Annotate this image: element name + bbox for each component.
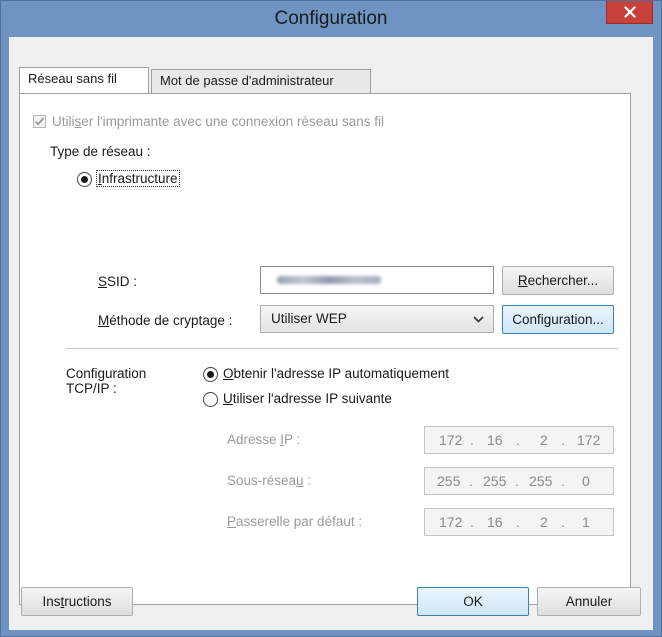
- tab-label: Mot de passe d'administrateur: [160, 73, 334, 88]
- instructions-button[interactable]: Instructions: [21, 587, 133, 616]
- default-gateway-field[interactable]: 172. 16. 2. 1: [424, 508, 614, 536]
- use-wireless-label: Utiliser l'imprimante avec une connexion…: [52, 114, 384, 129]
- subnet-mask-field[interactable]: 255. 255. 255. 0: [424, 467, 614, 495]
- manual-ip-label: Utiliser l'adresse IP suivante: [223, 391, 392, 406]
- dialog-client-area: Réseau sans fil Mot de passe d'administr…: [9, 37, 653, 630]
- tab-label: Réseau sans fil: [28, 71, 117, 86]
- tcpip-config-label: Configuration TCP/IP :: [66, 366, 147, 396]
- section-divider: [66, 348, 618, 349]
- encryption-method-select[interactable]: Utiliser WEP: [260, 305, 494, 333]
- infrastructure-label: Infrastructure: [96, 170, 180, 187]
- search-button[interactable]: Rechercher...: [502, 266, 614, 295]
- infrastructure-radio[interactable]: [77, 172, 92, 187]
- ip-address-label: Adresse IP :: [227, 432, 301, 447]
- ok-button[interactable]: OK: [417, 587, 529, 616]
- manual-ip-radio[interactable]: [203, 392, 218, 407]
- ssid-blurred-value: [277, 276, 381, 284]
- checkmark-icon: [34, 117, 45, 126]
- close-button[interactable]: [606, 1, 653, 24]
- title-bar[interactable]: Configuration: [1, 1, 661, 37]
- ssid-input[interactable]: [260, 266, 494, 294]
- radio-dot: [207, 371, 214, 378]
- network-type-label: Type de réseau :: [50, 144, 151, 159]
- encryption-method-value: Utiliser WEP: [271, 311, 347, 326]
- auto-ip-radio[interactable]: [203, 367, 218, 382]
- radio-dot: [81, 176, 88, 183]
- tab-reseau-sans-fil[interactable]: Réseau sans fil: [19, 67, 149, 93]
- tab-panel: Utiliser l'imprimante avec une connexion…: [19, 93, 631, 605]
- encryption-configuration-button[interactable]: Configuration...: [502, 305, 614, 334]
- auto-ip-label: Obtenir l'adresse IP automatiquement: [223, 366, 449, 381]
- ip-address-field[interactable]: 172. 16. 2. 172: [424, 426, 614, 454]
- close-icon: [623, 6, 636, 18]
- chevron-down-icon: [473, 316, 484, 323]
- ssid-label: SSID :: [98, 274, 138, 289]
- default-gateway-label: Passerelle par défaut :: [227, 514, 363, 529]
- window-title: Configuration: [274, 8, 388, 29]
- cancel-button[interactable]: Annuler: [537, 587, 641, 616]
- dialog-window: Configuration Réseau sans fil Mot de pas…: [0, 0, 662, 637]
- tab-mot-de-passe-administrateur[interactable]: Mot de passe d'administrateur: [151, 69, 371, 93]
- use-wireless-checkbox[interactable]: [33, 115, 46, 128]
- subnet-mask-label: Sous-réseau :: [227, 473, 312, 488]
- encryption-method-label: Méthode de cryptage :: [98, 313, 233, 328]
